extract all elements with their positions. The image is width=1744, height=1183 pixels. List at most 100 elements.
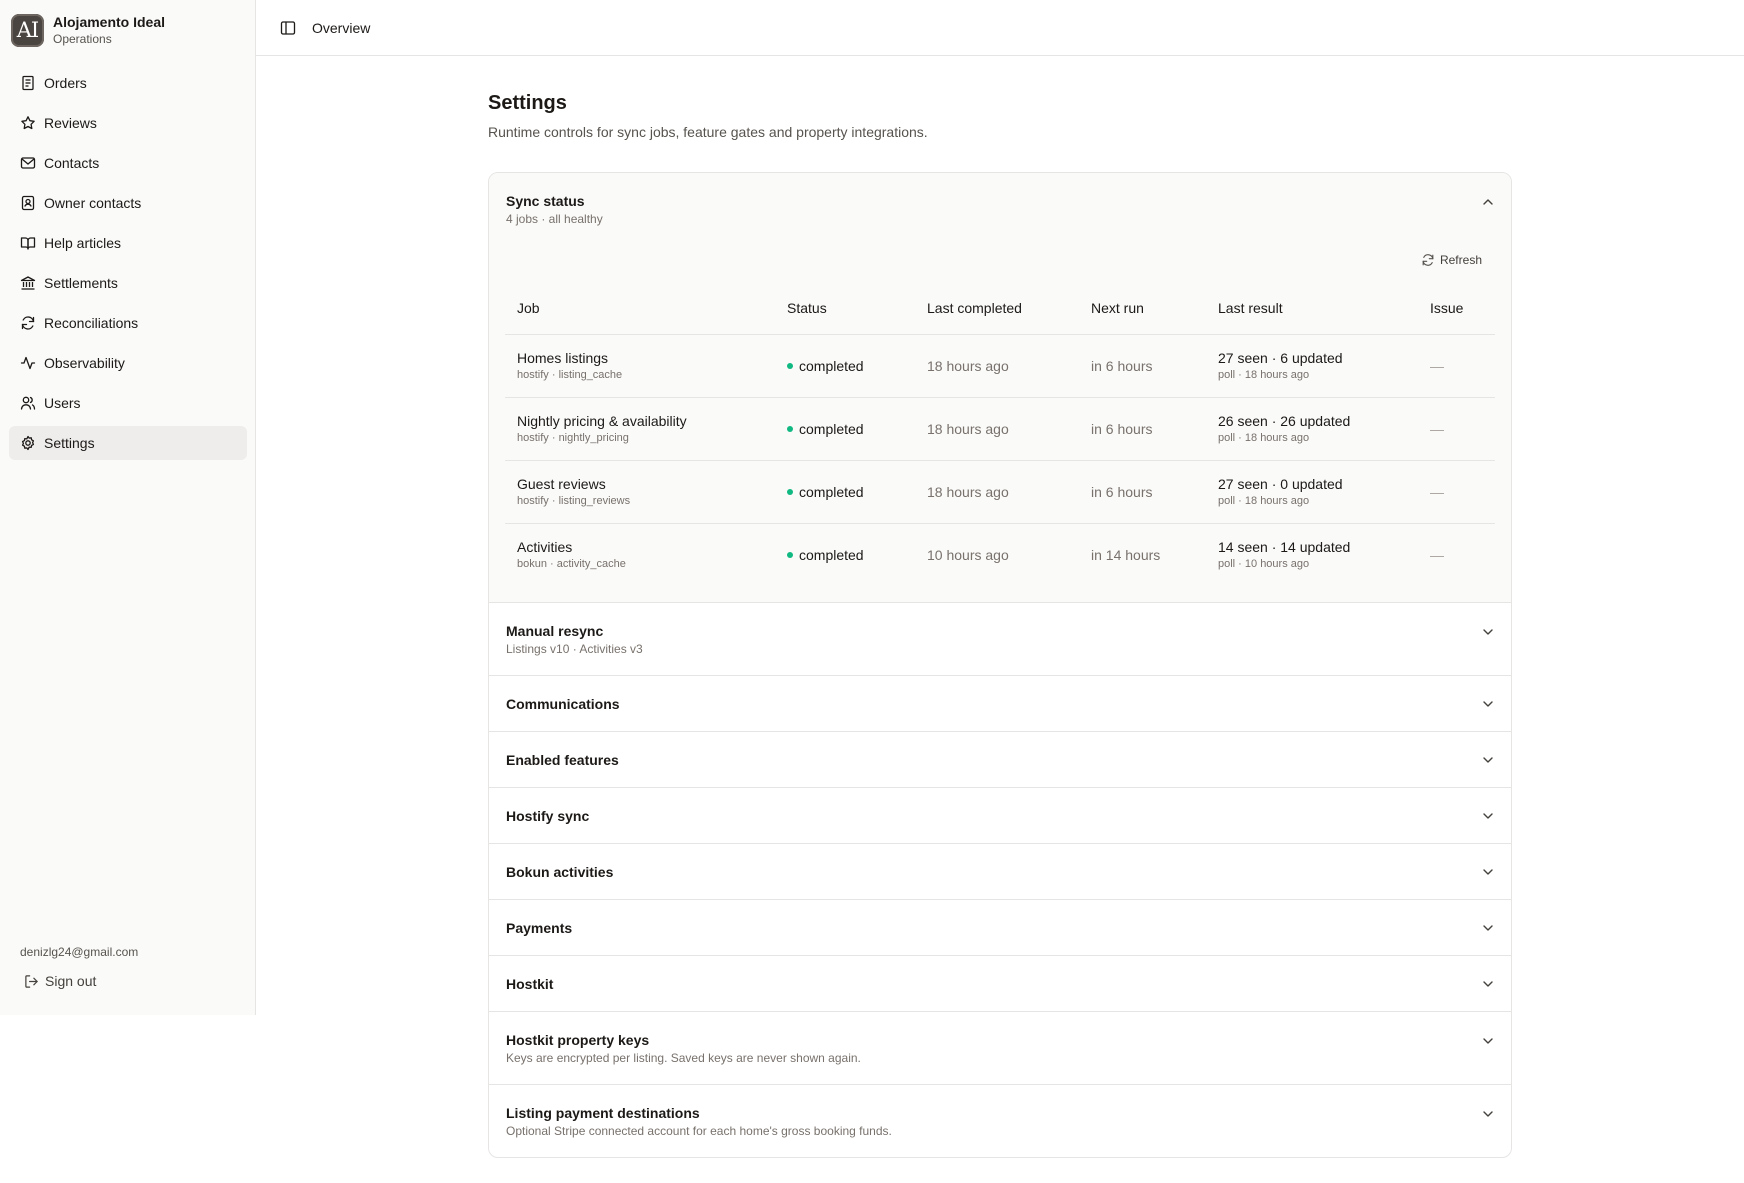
section-hostify-sync: Hostify sync bbox=[489, 788, 1511, 844]
refresh-icon bbox=[1422, 254, 1434, 266]
section-header[interactable]: Communications bbox=[489, 676, 1511, 731]
job-name: Guest reviews bbox=[517, 476, 606, 492]
page-subtitle: Runtime controls for sync jobs, feature … bbox=[488, 124, 928, 140]
sidebar-item-label: Orders bbox=[44, 75, 87, 91]
sign-out-label: Sign out bbox=[45, 973, 97, 989]
settings-accordion: Sync status 4 jobs · all healthy Refresh… bbox=[488, 172, 1512, 1158]
section-header[interactable]: Sync status 4 jobs · all healthy bbox=[489, 173, 1511, 245]
brand-name: Alojamento Ideal bbox=[53, 14, 166, 30]
sign-out-button[interactable]: Sign out bbox=[24, 973, 138, 989]
section-header[interactable]: Bokun activities bbox=[489, 844, 1511, 899]
section-header[interactable]: Enabled features bbox=[489, 732, 1511, 787]
status-text: completed bbox=[799, 420, 864, 437]
status-dot bbox=[787, 425, 793, 432]
table-row: Guest reviews hostify · listing_reviews c… bbox=[505, 460, 1495, 524]
last-result-detail: poll · 10 hours ago bbox=[1218, 558, 1310, 571]
section-communications: Communications bbox=[489, 676, 1511, 732]
last-result: 26 seen · 26 updated bbox=[1218, 413, 1351, 429]
refresh-icon bbox=[21, 316, 35, 330]
last-result-detail: poll · 18 hours ago bbox=[1218, 495, 1310, 507]
status-text: completed bbox=[799, 546, 864, 563]
sidebar-item-observability[interactable]: Observability bbox=[9, 346, 247, 380]
sidebar-item-label: Owner contacts bbox=[44, 195, 142, 211]
sidebar-footer: denizlg24@gmail.com Sign out bbox=[20, 945, 138, 989]
sidebar-item-settlements[interactable]: Settlements bbox=[9, 266, 247, 300]
brand[interactable]: AI Alojamento Ideal Operations bbox=[11, 13, 165, 47]
table-header-row: Job Status Last completed Next run Last … bbox=[505, 283, 1495, 335]
issue: — bbox=[1418, 460, 1495, 524]
sidebar-item-reconciliations[interactable]: Reconciliations bbox=[9, 306, 247, 340]
contact-book-icon bbox=[21, 195, 35, 211]
section-bokun-activities: Bokun activities bbox=[489, 844, 1511, 900]
sidebar-item-label: Reviews bbox=[44, 115, 97, 131]
section-header[interactable]: Listing payment destinations Optional St… bbox=[489, 1085, 1511, 1157]
sidebar-toggle-button[interactable] bbox=[278, 18, 298, 38]
job-name: Activities bbox=[517, 539, 573, 556]
section-listing-payment-destinations: Listing payment destinations Optional St… bbox=[489, 1085, 1511, 1157]
sidebar-item-users[interactable]: Users bbox=[9, 386, 247, 420]
bank-icon bbox=[20, 276, 36, 290]
section-subtitle: Listings v10 · Activities v3 bbox=[506, 641, 643, 656]
last-completed: 18 hours ago bbox=[915, 334, 1079, 398]
book-open-icon bbox=[20, 237, 36, 250]
refresh-button[interactable]: Refresh bbox=[1421, 253, 1482, 267]
sidebar-item-label: Observability bbox=[44, 355, 125, 371]
issue: — bbox=[1430, 546, 1444, 563]
status-text: completed bbox=[799, 357, 864, 374]
issue: — bbox=[1418, 334, 1495, 398]
sidebar-item-contacts[interactable]: Contacts bbox=[9, 146, 247, 180]
job-source: hostify · listing_cache bbox=[517, 369, 623, 381]
chevron-down-icon bbox=[1483, 868, 1493, 875]
status-dot bbox=[787, 362, 793, 369]
section-header[interactable]: Payments bbox=[489, 900, 1511, 955]
panel-left-icon bbox=[280, 20, 296, 35]
chevron-down-icon bbox=[1483, 980, 1493, 987]
section-header[interactable]: Manual resync Listings v10 · Activities … bbox=[489, 603, 1511, 675]
sidebar-item-settings[interactable]: Settings bbox=[9, 426, 247, 460]
section-title: Bokun activities bbox=[506, 863, 614, 880]
chevron-down-icon bbox=[1483, 924, 1493, 931]
chevron-down-icon bbox=[1483, 1038, 1493, 1044]
section-title: Sync status bbox=[506, 192, 585, 209]
sidebar-nav: Orders Reviews Contacts Owner contacts H… bbox=[9, 66, 247, 466]
log-out-icon bbox=[25, 974, 38, 988]
section-payments: Payments bbox=[489, 900, 1511, 956]
section-title: Payments bbox=[506, 919, 573, 936]
column-header-last-result: Last result bbox=[1206, 283, 1418, 335]
gear-icon bbox=[21, 435, 35, 451]
top-bar: Overview bbox=[256, 0, 1744, 56]
users-icon bbox=[20, 396, 36, 410]
page-title: Settings bbox=[488, 92, 567, 114]
section-manual-resync: Manual resync Listings v10 · Activities … bbox=[489, 603, 1511, 676]
star-icon bbox=[21, 116, 35, 130]
sidebar-item-help-articles[interactable]: Help articles bbox=[9, 226, 247, 260]
job-source: hostify · nightly_pricing bbox=[517, 432, 629, 444]
sidebar-item-orders[interactable]: Orders bbox=[9, 66, 247, 100]
section-header[interactable]: Hostkit property keys Keys are encrypted… bbox=[489, 1012, 1511, 1084]
job-name: Homes listings bbox=[517, 350, 609, 366]
section-header[interactable]: Hostify sync bbox=[489, 788, 1511, 843]
chevron-up-icon bbox=[1483, 199, 1493, 205]
section-title: Manual resync bbox=[506, 622, 604, 639]
last-result: 14 seen · 14 updated bbox=[1218, 539, 1351, 556]
column-header-last-completed: Last completed bbox=[915, 283, 1079, 335]
status-dot bbox=[787, 551, 793, 558]
page-header: Settings Runtime controls for sync jobs,… bbox=[488, 90, 1512, 140]
job-name: Nightly pricing & availability bbox=[517, 413, 687, 429]
activity-icon bbox=[20, 356, 36, 370]
last-completed: 10 hours ago bbox=[927, 546, 1009, 563]
column-header-next-run: Next run bbox=[1079, 283, 1206, 335]
status-dot bbox=[787, 488, 793, 495]
chevron-down-icon bbox=[1483, 756, 1493, 763]
sidebar-item-owner-contacts[interactable]: Owner contacts bbox=[9, 186, 247, 220]
section-header[interactable]: Hostkit bbox=[489, 956, 1511, 1011]
refresh-label: Refresh bbox=[1439, 253, 1482, 267]
section-enabled-features: Enabled features bbox=[489, 732, 1511, 788]
chevron-down-icon bbox=[1483, 629, 1493, 635]
sidebar-item-label: Users bbox=[44, 395, 81, 411]
section-title: Hostkit property keys bbox=[506, 1031, 650, 1048]
status-text: completed bbox=[799, 483, 864, 500]
next-run: in 6 hours bbox=[1079, 397, 1206, 461]
sidebar-item-reviews[interactable]: Reviews bbox=[9, 106, 247, 140]
chevron-down-icon bbox=[1483, 700, 1493, 707]
